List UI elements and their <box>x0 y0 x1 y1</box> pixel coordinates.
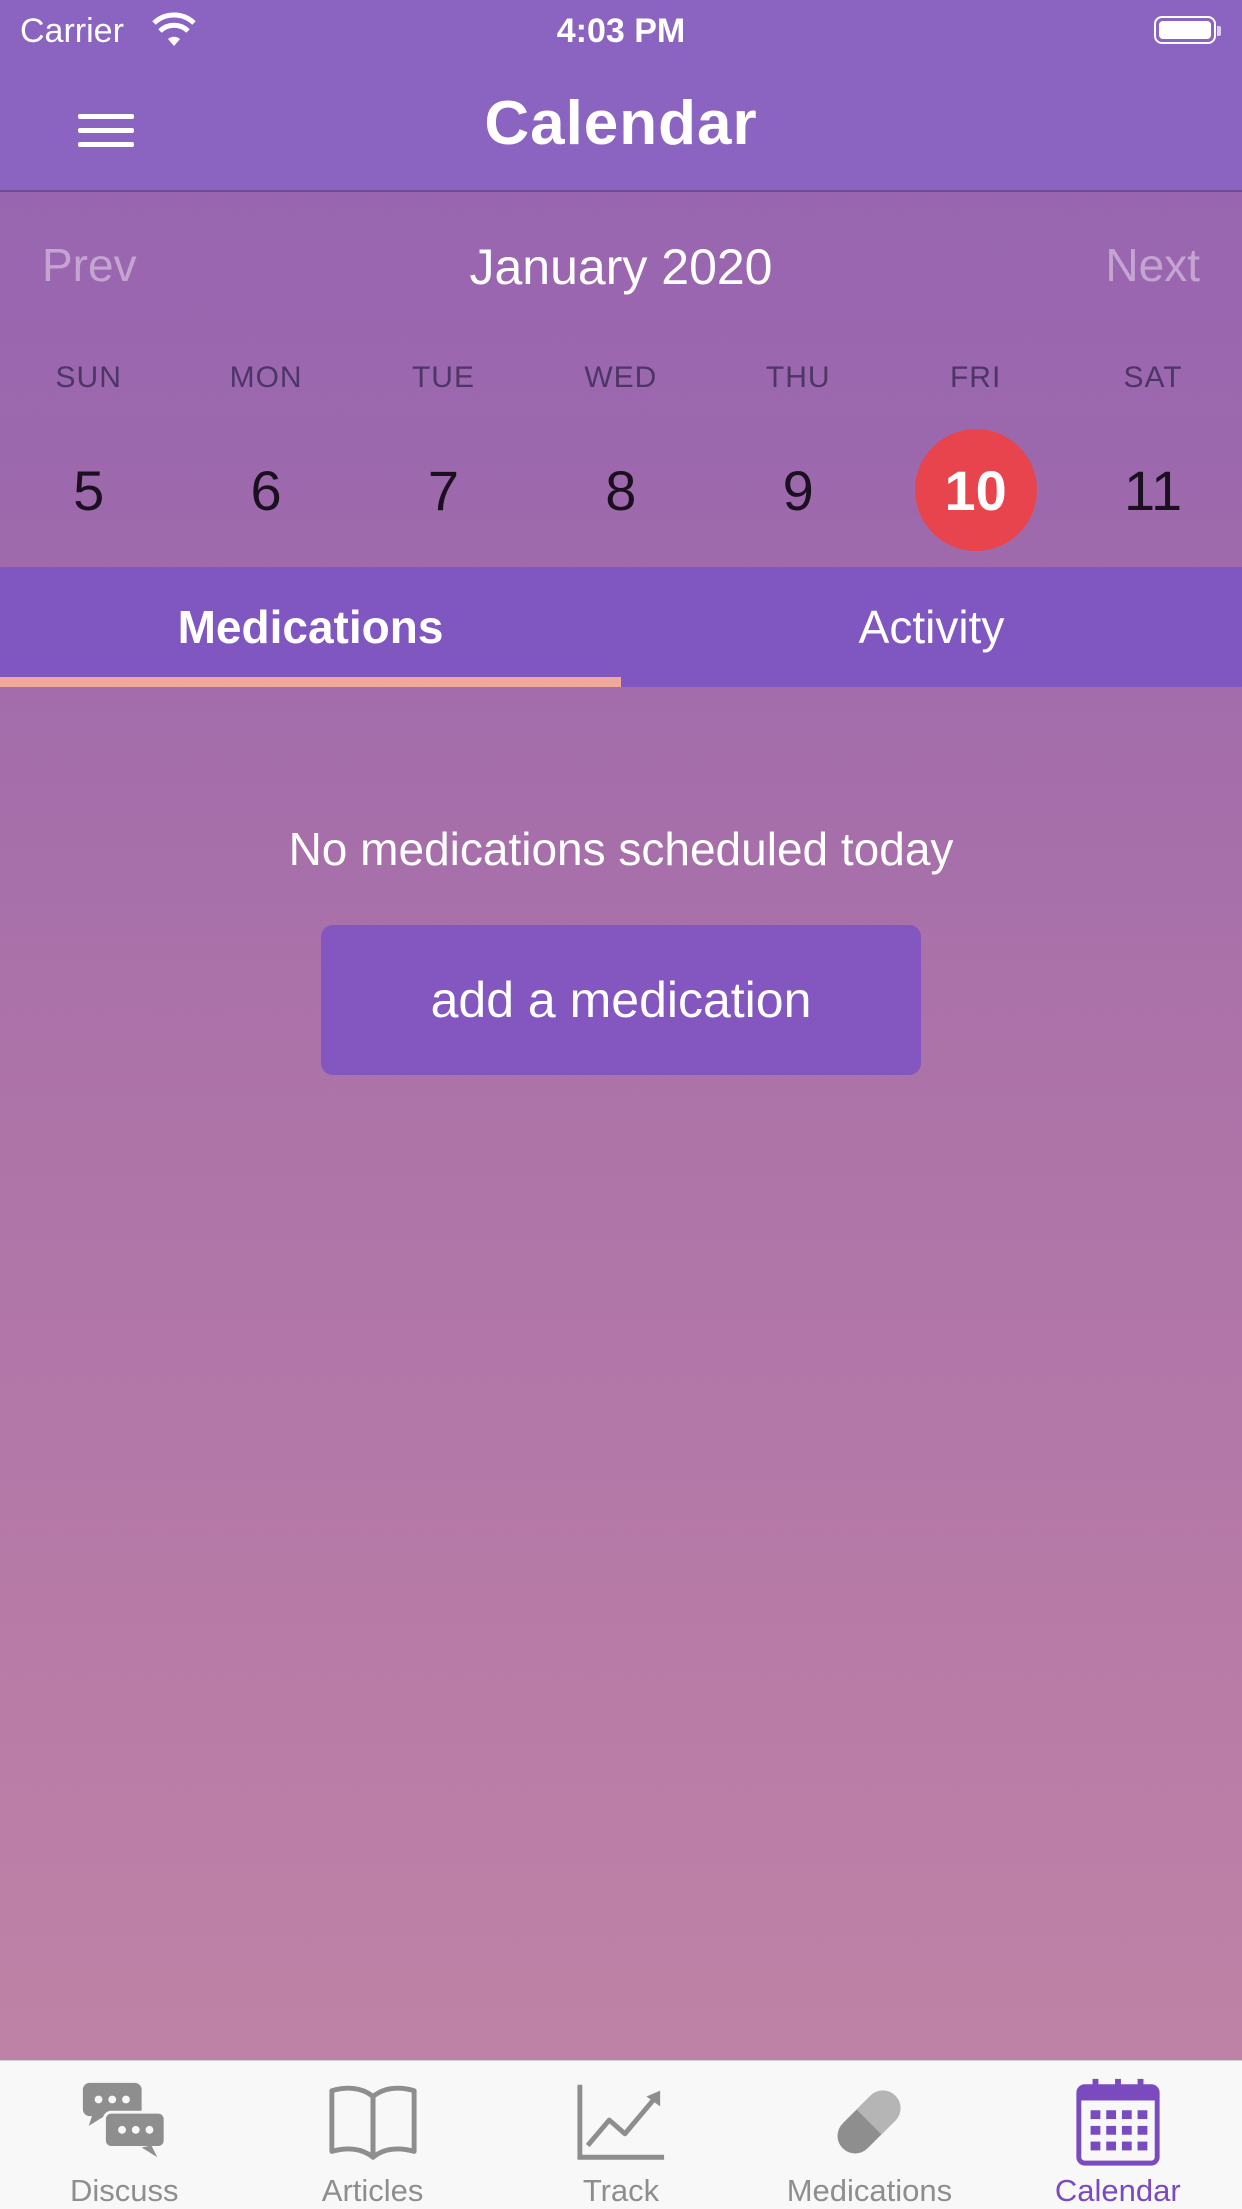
bottom-tab-label: Articles <box>321 2173 424 2208</box>
weekday-label: TUE <box>411 361 475 394</box>
bottom-tab-label: Track <box>582 2173 660 2208</box>
nav-bar: Calendar <box>0 62 1242 192</box>
date-cell[interactable]: 8 <box>560 429 682 551</box>
add-medication-button[interactable]: add a medication <box>321 925 921 1075</box>
next-month-button[interactable]: Next <box>1105 238 1200 292</box>
weekday-label: MON <box>229 361 303 394</box>
bottom-tab-label: Medications <box>786 2173 953 2208</box>
weekday-label: WED <box>584 361 658 394</box>
pill-icon <box>837 2090 901 2154</box>
tab-activity[interactable]: Activity <box>621 567 1242 687</box>
selected-date-cell[interactable]: 10 <box>914 429 1037 551</box>
date-cell[interactable]: 9 <box>737 429 859 551</box>
date-cell[interactable]: 11 <box>1092 429 1214 551</box>
line-chart-icon <box>577 2084 665 2160</box>
month-label: January 2020 <box>469 239 773 295</box>
month-header: Prev January 2020 Next <box>0 192 1242 342</box>
open-book-icon <box>329 2085 417 2160</box>
date-cell[interactable]: 7 <box>382 429 504 551</box>
bottom-tab-label: Calendar <box>1054 2173 1181 2208</box>
status-time: 4:03 PM <box>556 12 686 50</box>
tab-medications[interactable]: Medications <box>0 567 621 687</box>
weekday-row: SUN MON TUE WED THU FRI SAT <box>0 358 1242 398</box>
page-title: Calendar <box>484 89 758 158</box>
content-tabs: Medications Activity <box>0 567 1242 687</box>
date-cell[interactable]: 6 <box>205 429 327 551</box>
bottom-tab-bar: Discuss Articles Track Medications Calen… <box>0 2060 1242 2209</box>
weekday-label: FRI <box>949 361 1002 394</box>
bottom-tab-medications[interactable]: Medications <box>745 2061 993 2209</box>
date-cell[interactable]: 5 <box>28 429 150 551</box>
weekday-label: SAT <box>1123 361 1183 394</box>
date-row: 5 6 7 8 9 10 11 <box>0 429 1242 551</box>
chat-bubbles-icon <box>83 2082 167 2158</box>
battery-icon <box>1154 16 1221 44</box>
bottom-tab-label: Discuss <box>69 2173 179 2208</box>
bottom-tab-discuss[interactable]: Discuss <box>0 2061 248 2209</box>
empty-state-message: No medications scheduled today <box>288 823 954 875</box>
bottom-tab-articles[interactable]: Articles <box>248 2061 496 2209</box>
status-bar: Carrier 4:03 PM <box>0 0 1242 62</box>
weekday-label: THU <box>765 361 831 394</box>
bottom-tab-calendar[interactable]: Calendar <box>994 2061 1242 2209</box>
weekday-label: SUN <box>55 361 122 394</box>
calendar-icon <box>1076 2078 1160 2166</box>
bottom-tab-track[interactable]: Track <box>497 2061 745 2209</box>
